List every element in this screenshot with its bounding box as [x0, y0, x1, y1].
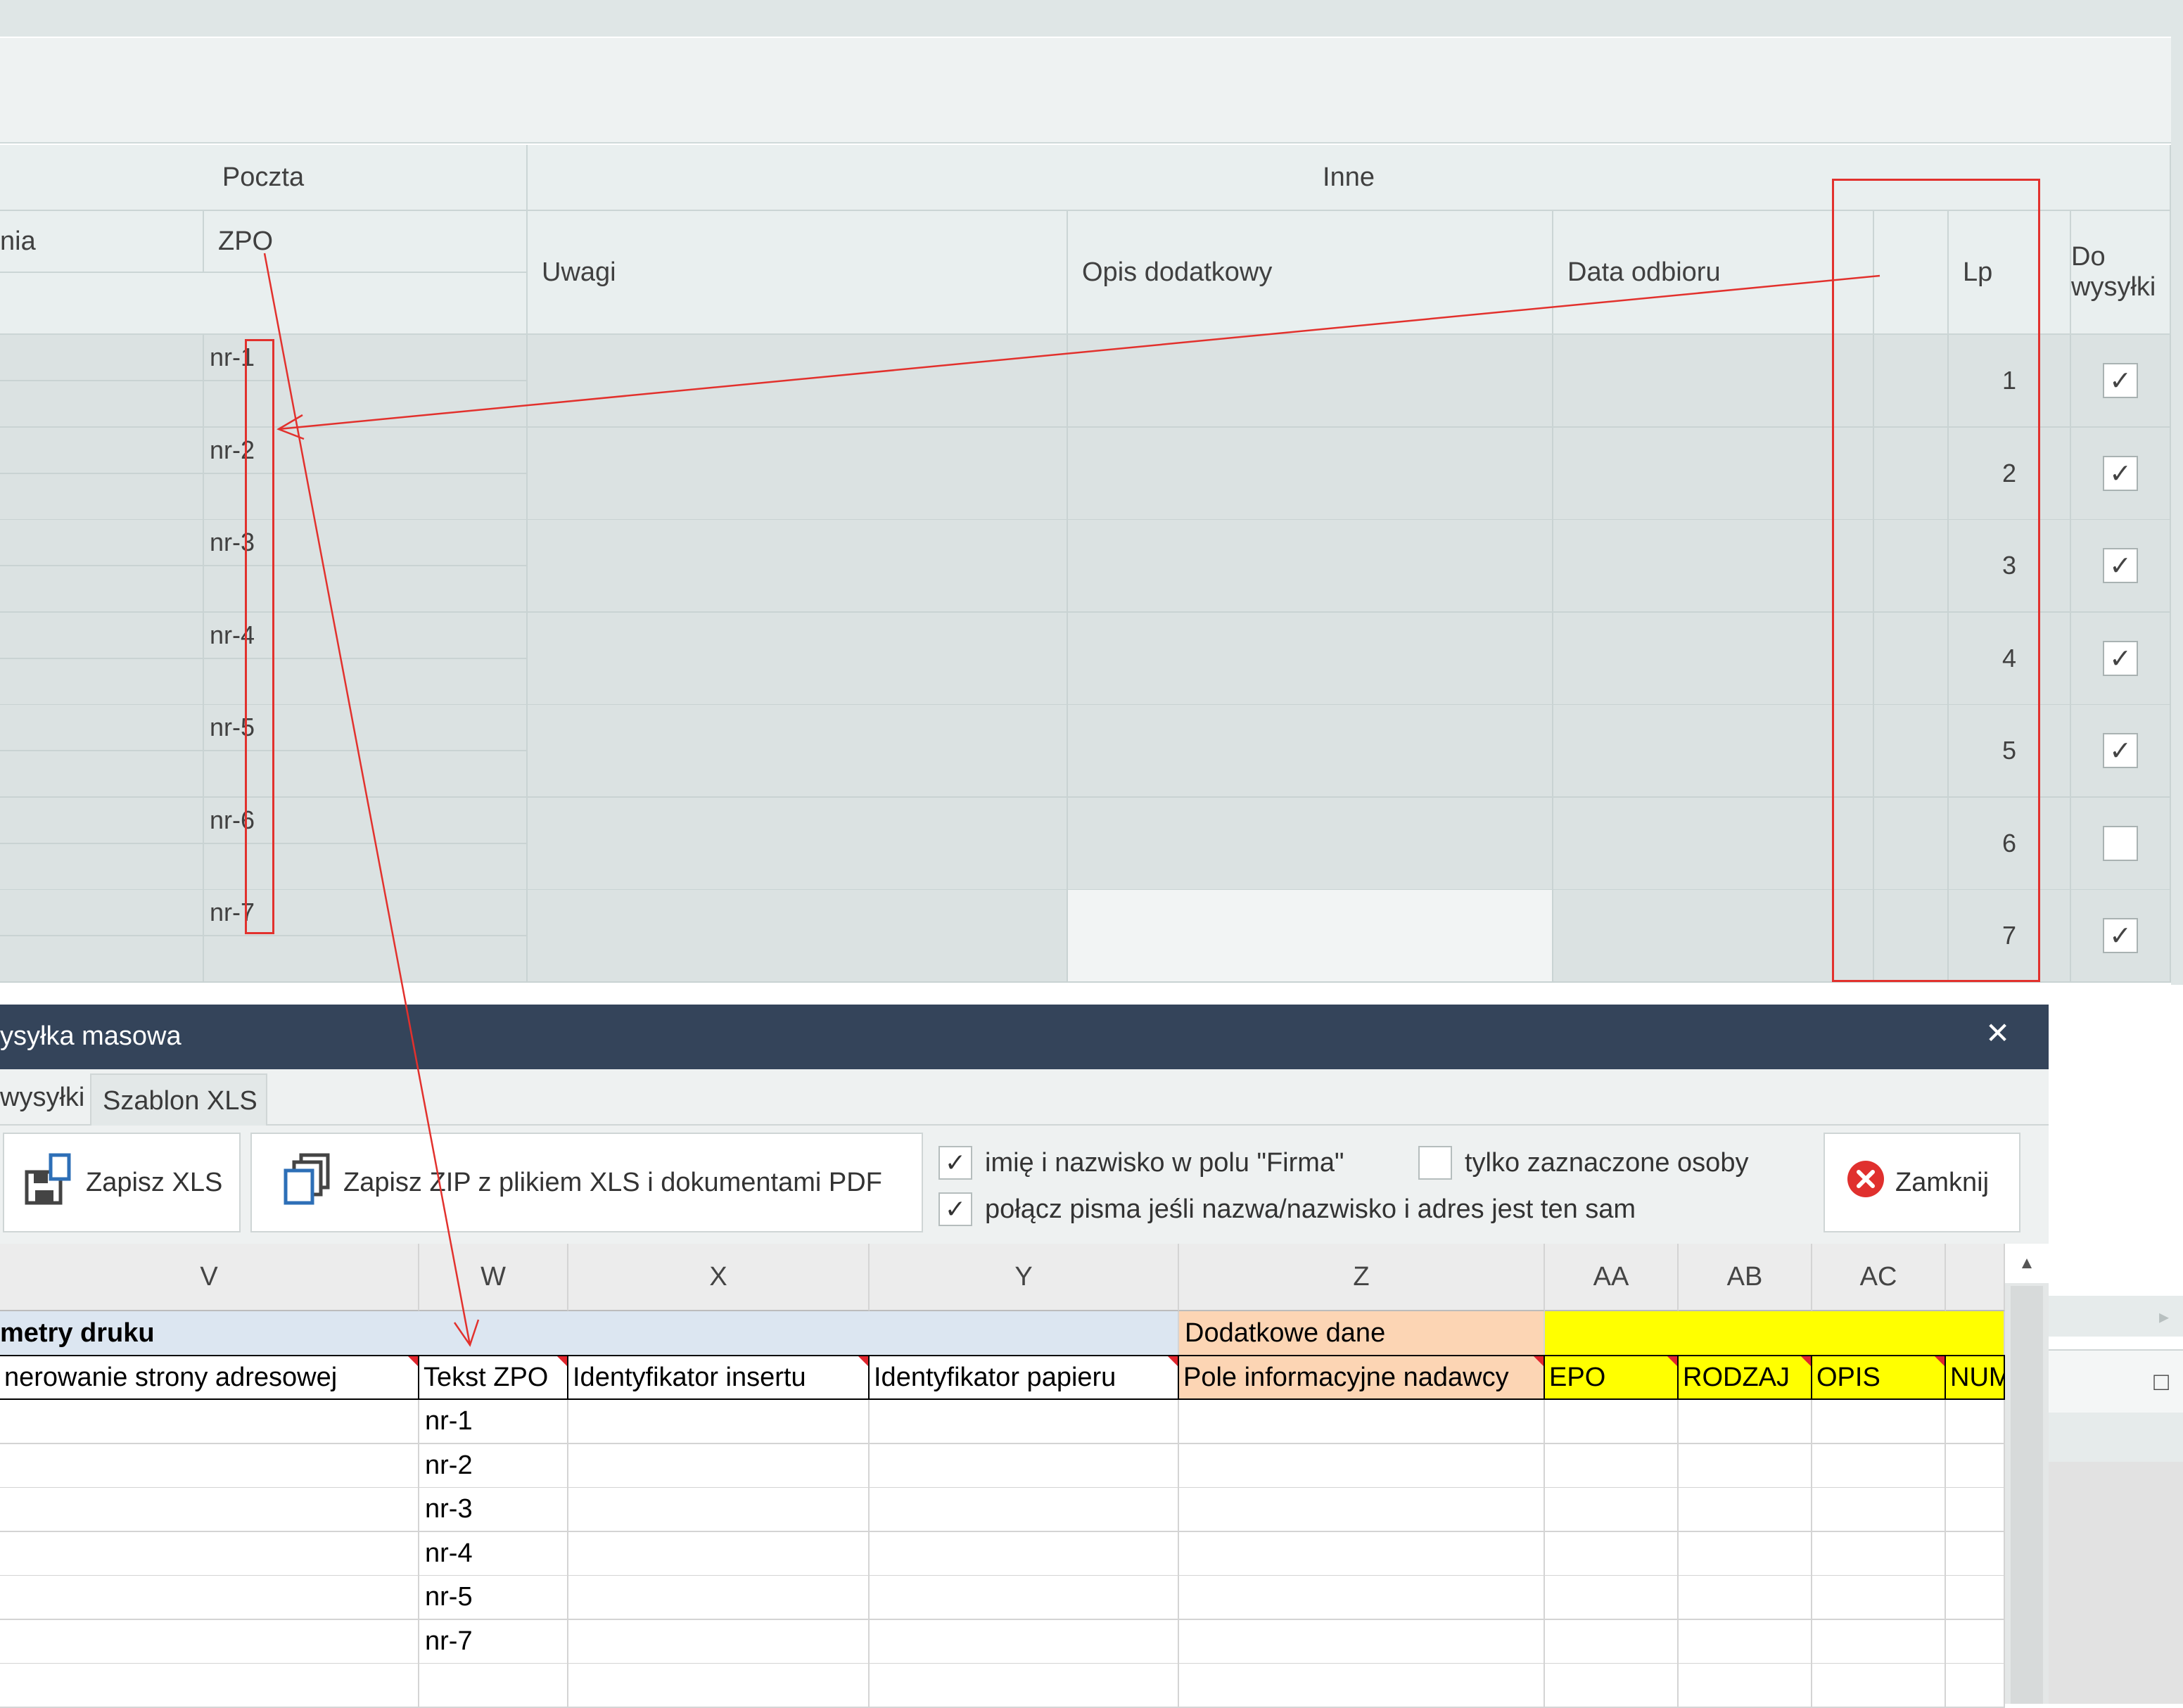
annotation-arrows: [263, 253, 1880, 1347]
